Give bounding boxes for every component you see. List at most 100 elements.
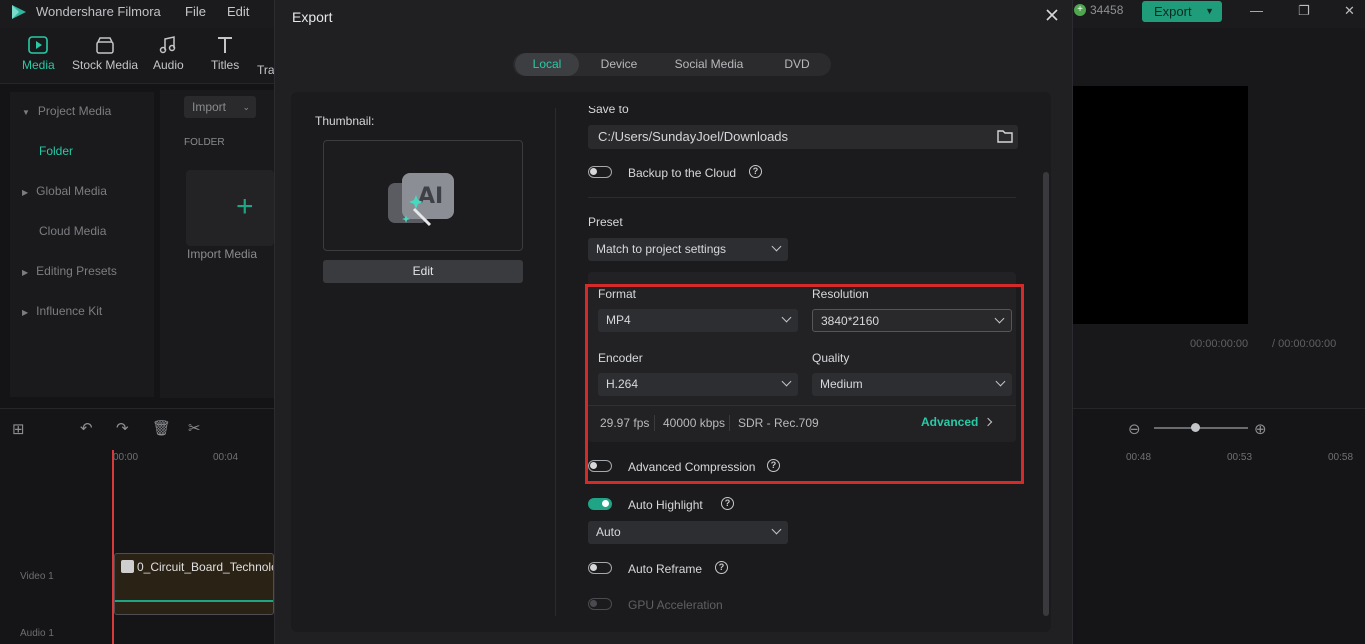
toolbar-media[interactable]: Media	[22, 36, 55, 72]
play-icon	[121, 560, 134, 573]
timecode-total: / 00:00:00:00	[1272, 338, 1337, 350]
stock-media-icon	[96, 37, 114, 54]
toolbar-transitions[interactable]: Tra	[257, 63, 275, 77]
zoom-in-icon[interactable]: ⊕	[1254, 420, 1267, 438]
auto-highlight-select[interactable]: Auto	[588, 521, 788, 544]
chevron-down-icon	[771, 241, 782, 252]
sidebar-item-label: Project Media	[37, 104, 112, 118]
playhead[interactable]	[112, 450, 114, 644]
zoom-slider[interactable]	[1154, 427, 1248, 429]
preset-label: Preset	[588, 215, 623, 229]
sidebar-item-global-media[interactable]: ▶ Global Media	[22, 184, 107, 198]
preset-value: Match to project settings	[596, 242, 727, 256]
sidebar-item-label: Editing Presets	[36, 264, 117, 278]
sidebar-item-label: Folder	[39, 144, 74, 158]
thumbnail-preview[interactable]: AI	[323, 140, 523, 251]
save-to-label: Save to	[588, 102, 629, 116]
titles-icon	[218, 37, 233, 53]
settings-scrollbar[interactable]	[1043, 172, 1049, 616]
toolbar-titles[interactable]: Titles	[211, 36, 239, 72]
caret-down-icon: ▼	[22, 108, 30, 117]
tab-social-media[interactable]: Social Media	[659, 53, 759, 76]
auto-reframe-toggle[interactable]	[588, 562, 612, 574]
tab-local[interactable]: Local	[515, 53, 579, 76]
close-icon[interactable]	[1043, 6, 1061, 24]
divider	[588, 197, 1016, 198]
toolbar-transitions-label: Tra	[257, 63, 275, 77]
redo-icon[interactable]: ↷	[116, 419, 129, 437]
toolbar-audio[interactable]: Audio	[153, 36, 184, 72]
audio-waveform	[115, 600, 273, 602]
toggle-knob	[590, 600, 597, 607]
save-path-field[interactable]: C:/Users/SundayJoel/Downloads	[588, 125, 1018, 149]
help-icon[interactable]: ?	[715, 561, 728, 574]
menu-file[interactable]: File	[185, 4, 206, 19]
clip-name: 0_Circuit_Board_Technolo	[137, 560, 274, 574]
gpu-acceleration-label: GPU Acceleration	[628, 598, 723, 612]
chevron-down-icon: ▼	[1205, 6, 1214, 16]
backup-cloud-toggle[interactable]	[588, 166, 612, 178]
sidebar-item-cloud-media[interactable]: Cloud Media	[39, 224, 106, 238]
gpu-acceleration-toggle[interactable]	[588, 598, 612, 610]
caret-right-icon: ▶	[22, 188, 29, 197]
tab-device[interactable]: Device	[587, 53, 651, 76]
tab-dvd[interactable]: DVD	[767, 53, 827, 76]
caret-right-icon: ▶	[22, 268, 29, 277]
app-title: Wondershare Filmora	[36, 4, 161, 19]
folder-heading: FOLDER	[184, 137, 225, 148]
import-button[interactable]: Import ⌄	[184, 96, 256, 118]
ai-thumbnail-icon: AI	[388, 173, 454, 227]
media-icon	[28, 36, 49, 54]
help-icon[interactable]: ?	[721, 497, 734, 510]
folder-icon[interactable]	[997, 129, 1013, 143]
auto-highlight-toggle[interactable]	[588, 498, 612, 510]
backup-cloud-label: Backup to the Cloud	[628, 166, 737, 180]
svg-text:AI: AI	[418, 184, 443, 209]
preview-screen	[1072, 86, 1248, 324]
sidebar-item-editing-presets[interactable]: ▶ Editing Presets	[22, 264, 117, 278]
sidebar-item-influence-kit[interactable]: ▶ Influence Kit	[22, 304, 102, 318]
chevron-down-icon: ⌄	[242, 102, 250, 112]
toolbar-stock-media[interactable]: Stock Media	[72, 36, 138, 72]
window-close-icon[interactable]: ✕	[1344, 3, 1355, 19]
timecode-current: 00:00:00:00	[1190, 338, 1249, 350]
delete-icon[interactable]: 🗑	[152, 419, 171, 437]
filmora-logo-icon	[12, 5, 26, 19]
toolbar-audio-label: Audio	[153, 58, 184, 72]
zoom-slider-handle[interactable]	[1191, 423, 1200, 432]
plus-icon: +	[236, 190, 254, 223]
preset-select[interactable]: Match to project settings	[588, 238, 788, 261]
ruler-label: 00:00	[113, 452, 139, 463]
sidebar-item-folder[interactable]: Folder	[39, 144, 73, 158]
sidebar-item-label: Global Media	[36, 184, 107, 198]
zoom-out-icon[interactable]: ⊖	[1128, 420, 1141, 438]
menu-edit[interactable]: Edit	[227, 4, 249, 19]
sidebar-item-label: Influence Kit	[36, 304, 103, 318]
credits-plus-icon: +	[1074, 4, 1086, 16]
toolbar-media-label: Media	[22, 58, 55, 72]
auto-highlight-value: Auto	[596, 525, 621, 539]
import-label: Import	[192, 100, 227, 114]
sidebar-item-label: Cloud Media	[39, 224, 107, 238]
sidebar-item-project-media[interactable]: ▼ Project Media	[22, 104, 111, 118]
video-clip[interactable]: 0_Circuit_Board_Technolo	[114, 553, 274, 615]
credits-counter[interactable]: +34458	[1074, 3, 1123, 17]
minimize-icon[interactable]: —	[1250, 3, 1263, 18]
highlight-annotation-box	[585, 284, 1024, 484]
ruler-label: 00:04	[213, 452, 239, 463]
restore-icon[interactable]: ❐	[1298, 3, 1310, 19]
undo-icon[interactable]: ↶	[80, 419, 93, 437]
track-label-video: Video 1	[20, 571, 54, 582]
import-media-tile[interactable]	[186, 170, 274, 246]
layout-icon[interactable]: ⊞	[12, 420, 25, 438]
export-top-button[interactable]: Export ▼	[1142, 1, 1222, 22]
help-icon[interactable]: ?	[749, 165, 762, 178]
edit-thumbnail-button[interactable]: Edit	[323, 260, 523, 283]
toolbar-titles-label: Titles	[211, 58, 240, 72]
track-label-audio: Audio 1	[20, 628, 54, 639]
toggle-knob	[590, 168, 597, 175]
export-top-label: Export	[1154, 4, 1192, 19]
cut-icon[interactable]: ✂	[188, 419, 201, 437]
caret-right-icon: ▶	[22, 308, 29, 317]
dialog-title: Export	[292, 9, 333, 25]
